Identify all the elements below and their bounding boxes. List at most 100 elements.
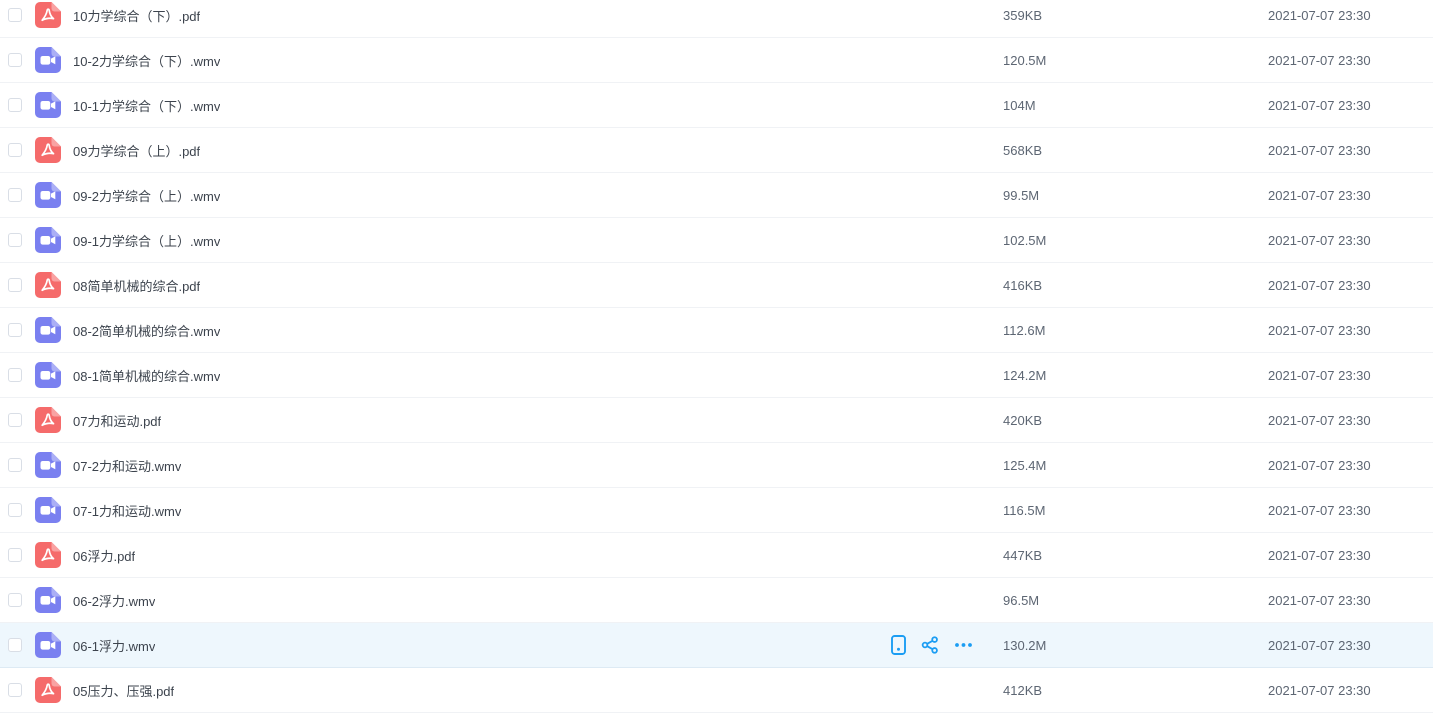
file-type-icon: [35, 587, 61, 613]
file-name-link[interactable]: 05压力、压强.pdf: [73, 681, 174, 700]
file-type-icon: [35, 137, 61, 163]
file-date: 2021-07-07 23:30: [1268, 53, 1371, 68]
file-name-link[interactable]: 07力和运动.pdf: [73, 411, 161, 430]
file-date: 2021-07-07 23:30: [1268, 593, 1371, 608]
file-size: 120.5M: [1003, 53, 1046, 68]
file-date: 2021-07-07 23:30: [1268, 503, 1371, 518]
file-row[interactable]: 07-2力和运动.wmv: [0, 443, 1433, 488]
file-size: 99.5M: [1003, 188, 1039, 203]
file-name-link[interactable]: 10-2力学综合（下）.wmv: [73, 51, 220, 70]
file-date: 2021-07-07 23:30: [1268, 323, 1371, 338]
file-date: 2021-07-07 23:30: [1268, 8, 1371, 23]
row-checkbox[interactable]: [8, 53, 22, 67]
file-type-icon: [35, 407, 61, 433]
file-row[interactable]: 10-1力学综合（下）.wmv: [0, 83, 1433, 128]
row-checkbox[interactable]: [8, 143, 22, 157]
file-type-icon: [35, 182, 61, 208]
file-date: 2021-07-07 23:30: [1268, 188, 1371, 203]
file-name-link[interactable]: 07-1力和运动.wmv: [73, 501, 181, 520]
file-type-icon: [35, 317, 61, 343]
file-name-link[interactable]: 08-1简单机械的综合.wmv: [73, 366, 220, 385]
file-row[interactable]: 09-1力学综合（上）.wmv: [0, 218, 1433, 263]
file-size: 416KB: [1003, 278, 1042, 293]
file-date: 2021-07-07 23:30: [1268, 233, 1371, 248]
file-row[interactable]: 10力学综合（下）.pdf: [0, 0, 1433, 38]
file-date: 2021-07-07 23:30: [1268, 368, 1371, 383]
file-name-link[interactable]: 07-2力和运动.wmv: [73, 456, 181, 475]
row-checkbox[interactable]: [8, 593, 22, 607]
file-name-link[interactable]: 10力学综合（下）.pdf: [73, 6, 200, 25]
send-to-device-icon[interactable]: [891, 635, 906, 655]
row-checkbox[interactable]: [8, 458, 22, 472]
file-type-icon: [35, 452, 61, 478]
row-checkbox[interactable]: [8, 548, 22, 562]
file-size: 359KB: [1003, 8, 1042, 23]
row-checkbox[interactable]: [8, 188, 22, 202]
file-size: 412KB: [1003, 683, 1042, 698]
file-date: 2021-07-07 23:30: [1268, 143, 1371, 158]
file-size: 96.5M: [1003, 593, 1039, 608]
row-checkbox[interactable]: [8, 323, 22, 337]
file-row[interactable]: 06-1浮力.wmv: [0, 623, 1433, 668]
file-size: 568KB: [1003, 143, 1042, 158]
file-row[interactable]: 08简单机械的综合.pdf: [0, 263, 1433, 308]
file-date: 2021-07-07 23:30: [1268, 458, 1371, 473]
file-size: 124.2M: [1003, 368, 1046, 383]
file-date: 2021-07-07 23:30: [1268, 413, 1371, 428]
row-checkbox[interactable]: [8, 413, 22, 427]
row-checkbox[interactable]: [8, 368, 22, 382]
file-size: 102.5M: [1003, 233, 1046, 248]
file-row[interactable]: 06-2浮力.wmv: [0, 578, 1433, 623]
file-name-link[interactable]: 09力学综合（上）.pdf: [73, 141, 200, 160]
file-row[interactable]: 07力和运动.pdf: [0, 398, 1433, 443]
file-size: 420KB: [1003, 413, 1042, 428]
file-type-icon: [35, 92, 61, 118]
row-checkbox[interactable]: [8, 638, 22, 652]
file-row[interactable]: 08-2简单机械的综合.wmv: [0, 308, 1433, 353]
file-date: 2021-07-07 23:30: [1268, 98, 1371, 113]
file-type-icon: [35, 227, 61, 253]
file-row[interactable]: 08-1简单机械的综合.wmv: [0, 353, 1433, 398]
share-icon[interactable]: [921, 636, 939, 654]
row-checkbox[interactable]: [8, 278, 22, 292]
row-checkbox[interactable]: [8, 503, 22, 517]
file-row[interactable]: 07-1力和运动.wmv: [0, 488, 1433, 533]
file-date: 2021-07-07 23:30: [1268, 548, 1371, 563]
file-size: 116.5M: [1003, 503, 1045, 518]
file-name-link[interactable]: 10-1力学综合（下）.wmv: [73, 96, 220, 115]
file-row[interactable]: 05压力、压强.pdf: [0, 668, 1433, 713]
file-list: 10力学综合（下）.pdf: [0, 0, 1433, 713]
row-checkbox[interactable]: [8, 683, 22, 697]
file-name-link[interactable]: 09-2力学综合（上）.wmv: [73, 186, 220, 205]
file-name-link[interactable]: 06浮力.pdf: [73, 546, 135, 565]
file-size: 447KB: [1003, 548, 1042, 563]
file-row[interactable]: 06浮力.pdf: [0, 533, 1433, 578]
row-checkbox[interactable]: [8, 98, 22, 112]
file-type-icon: [35, 272, 61, 298]
file-row[interactable]: 10-2力学综合（下）.wmv: [0, 38, 1433, 83]
file-name-link[interactable]: 09-1力学综合（上）.wmv: [73, 231, 220, 250]
file-name-link[interactable]: 06-1浮力.wmv: [73, 636, 155, 655]
file-row[interactable]: 09-2力学综合（上）.wmv: [0, 173, 1433, 218]
file-date: 2021-07-07 23:30: [1268, 683, 1371, 698]
row-checkbox[interactable]: [8, 8, 22, 22]
row-actions: [891, 623, 973, 667]
file-row[interactable]: 09力学综合（上）.pdf: [0, 128, 1433, 173]
file-date: 2021-07-07 23:30: [1268, 278, 1371, 293]
file-type-icon: [35, 677, 61, 703]
file-name-link[interactable]: 06-2浮力.wmv: [73, 591, 155, 610]
file-size: 104M: [1003, 98, 1036, 113]
file-type-icon: [35, 632, 61, 658]
file-size: 130.2M: [1003, 638, 1046, 653]
file-type-icon: [35, 362, 61, 388]
file-name-link[interactable]: 08简单机械的综合.pdf: [73, 276, 200, 295]
file-name-link[interactable]: 08-2简单机械的综合.wmv: [73, 321, 220, 340]
file-size: 112.6M: [1003, 323, 1045, 338]
file-type-icon: [35, 2, 61, 28]
file-type-icon: [35, 47, 61, 73]
more-actions-icon[interactable]: [954, 642, 973, 648]
file-type-icon: [35, 497, 61, 523]
file-type-icon: [35, 542, 61, 568]
file-size: 125.4M: [1003, 458, 1046, 473]
row-checkbox[interactable]: [8, 233, 22, 247]
